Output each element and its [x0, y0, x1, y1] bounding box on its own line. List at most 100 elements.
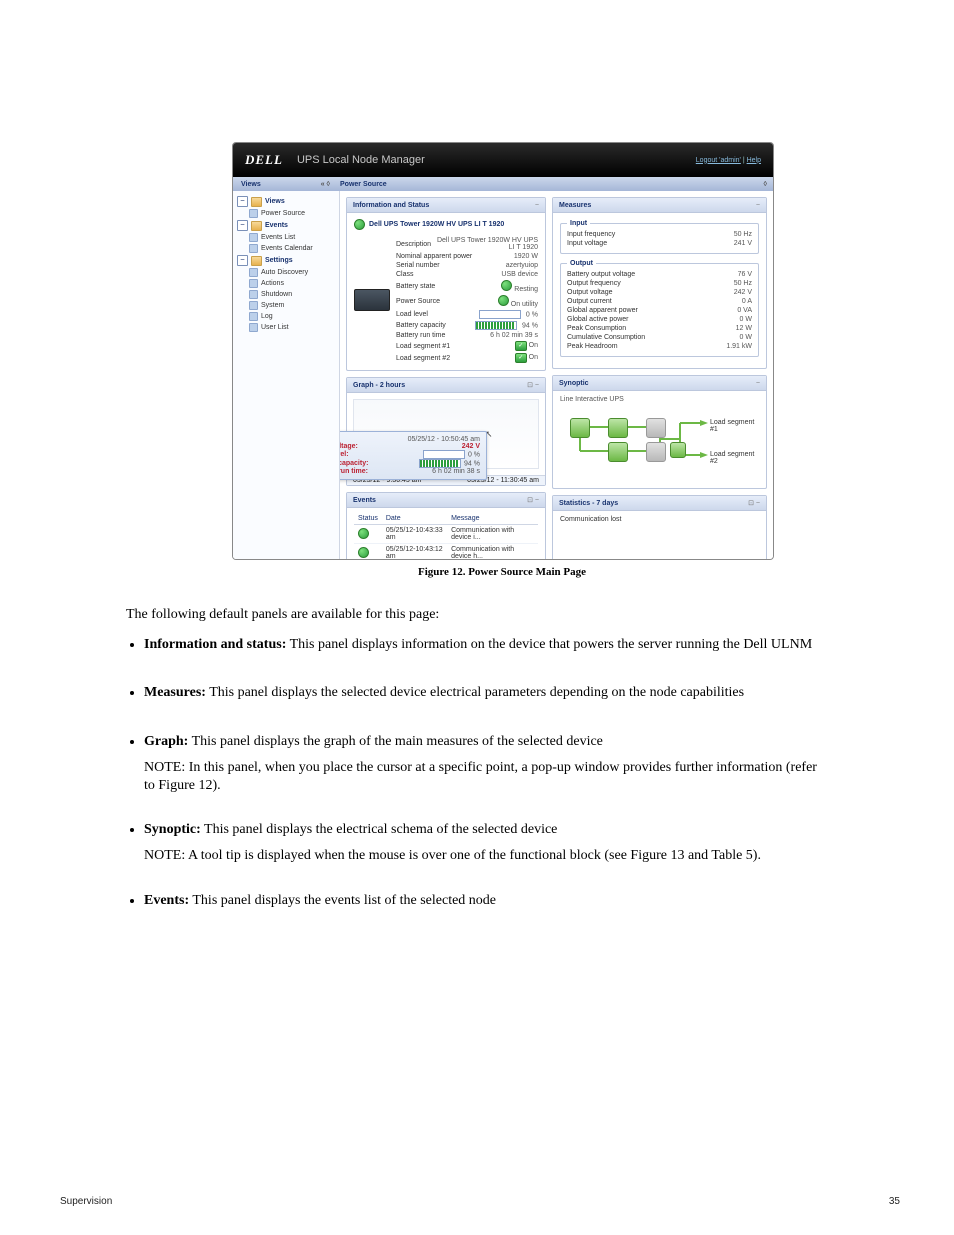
meter: [479, 310, 521, 319]
status-ok-icon: [358, 547, 369, 558]
graph-panel: Graph - 2 hours⊡ − ↖ Date:05/25/12 - 10:…: [346, 377, 546, 486]
status-ok-icon: [498, 295, 509, 306]
bullet-item: Events: This panel displays the events l…: [144, 892, 826, 910]
panel-tools-icon[interactable]: ⊡ −: [527, 496, 539, 504]
events-table: StatusDateMessage05/25/12-10:43:33 amCom…: [354, 513, 538, 559]
dell-logo: DELL: [245, 152, 283, 168]
panel-title: Power Source: [338, 181, 387, 188]
measure-row: Global active power0 W: [567, 315, 752, 324]
collapse-icon[interactable]: −: [756, 202, 760, 209]
screenshot-window: DELL UPS Local Node Manager Logout 'admi…: [232, 142, 774, 560]
panel-header: Statistics - 7 days: [559, 500, 618, 507]
node-input: [570, 418, 590, 438]
expand-icon[interactable]: −: [237, 220, 248, 231]
status-ok-icon: [501, 280, 512, 291]
ls2-label: Load segment #2: [710, 451, 759, 465]
info-row: Load segment #2✓ On: [396, 352, 538, 364]
info-row: Load segment #1✓ On: [396, 340, 538, 352]
bullet-item: Graph: This panel displays the graph of …: [144, 733, 826, 796]
footer-right: 35: [889, 1196, 900, 1207]
event-row[interactable]: 05/25/12-10:43:12 amCommunication with d…: [354, 544, 538, 560]
action-icon: [249, 279, 258, 288]
logout-link[interactable]: Logout 'admin': [696, 157, 741, 164]
stat-row: Communication lost: [560, 516, 621, 523]
collapse-icon[interactable]: −: [756, 380, 760, 387]
panel-header: Information and Status: [353, 202, 429, 209]
col-header[interactable]: Message: [447, 513, 538, 525]
app-title: UPS Local Node Manager: [297, 154, 425, 166]
tree-item[interactable]: System: [237, 300, 335, 311]
status-ok-icon: [358, 528, 369, 539]
info-status-panel: Information and Status− Dell UPS Tower 1…: [346, 197, 546, 371]
tree-item[interactable]: User List: [237, 322, 335, 333]
info-row: ClassUSB device: [396, 270, 538, 279]
info-row: Serial numberazertyuiop: [396, 261, 538, 270]
output-legend: Output: [567, 260, 596, 267]
search-icon: [249, 268, 258, 277]
meter: [475, 321, 517, 330]
tree-item[interactable]: Log: [237, 311, 335, 322]
measure-row: Output frequency50 Hz: [567, 279, 752, 288]
log-icon: [249, 312, 258, 321]
measure-row: Input voltage241 V: [567, 239, 752, 248]
folder-icon: [251, 256, 262, 266]
synoptic-diagram: Load segment #1 Load segment #2: [560, 407, 759, 483]
synoptic-panel: Synoptic − Line Interactive UPS: [552, 375, 767, 489]
node-inverter: [608, 442, 628, 462]
status-ok-icon: [354, 219, 365, 230]
synoptic-type: Line Interactive UPS: [560, 396, 759, 403]
power-icon: [249, 209, 258, 218]
event-row[interactable]: 05/25/12-10:43:33 amCommunication with d…: [354, 525, 538, 544]
expand-icon[interactable]: −: [237, 196, 248, 207]
tree-group[interactable]: −Views: [237, 195, 335, 208]
tree-item[interactable]: Auto Discovery: [237, 267, 335, 278]
bullet-item: Measures: This panel displays the select…: [144, 684, 826, 702]
info-row: Nominal apparent power1920 W: [396, 252, 538, 261]
panel-header: Synoptic: [559, 380, 589, 387]
panel-tools-icon[interactable]: ⊡ −: [527, 381, 539, 389]
tree-item[interactable]: Shutdown: [237, 289, 335, 300]
expand-icon[interactable]: ◊: [764, 181, 767, 188]
info-row: Power Source On utility: [396, 294, 538, 309]
segment-on-icon: ✓: [515, 341, 527, 351]
help-link[interactable]: Help: [747, 157, 761, 164]
col-header[interactable]: Status: [354, 513, 382, 525]
expand-icon[interactable]: −: [237, 255, 248, 266]
measure-row: Input frequency50 Hz: [567, 230, 752, 239]
info-row: Battery state Resting: [396, 279, 538, 294]
node-output: [646, 442, 666, 462]
col-header[interactable]: Date: [382, 513, 447, 525]
graph-tooltip: Date:05/25/12 - 10:50:45 am Input voltag…: [340, 431, 487, 480]
node-segment: [670, 442, 686, 458]
tree-group[interactable]: −Events: [237, 219, 335, 232]
gear-icon: [249, 301, 258, 310]
footer-left: Supervision: [60, 1196, 112, 1207]
body-text: The following default panels are availab…: [126, 606, 826, 940]
views-bar-title: Views: [239, 181, 261, 188]
users-icon: [249, 323, 258, 332]
panel-header: Measures: [559, 202, 591, 209]
ups-image: [354, 289, 390, 311]
measure-row: Peak Headroom1.91 kW: [567, 342, 752, 351]
tree-item[interactable]: Actions: [237, 278, 335, 289]
tree-item[interactable]: Events List: [237, 232, 335, 243]
tree-group[interactable]: −Settings: [237, 254, 335, 267]
page-footer: Supervision 35: [60, 1196, 900, 1207]
panel-header: Events: [353, 497, 376, 504]
tree-item[interactable]: Power Source: [237, 208, 335, 219]
top-bar: Views « ◊ Power Source ◊: [233, 177, 773, 191]
battery-meter: [419, 459, 461, 468]
lead-text: The following default panels are availab…: [126, 606, 826, 624]
measure-row: Output voltage242 V: [567, 288, 752, 297]
measure-row: Output current0 A: [567, 297, 752, 306]
measure-row: Global apparent power0 VA: [567, 306, 752, 315]
note-text: NOTE: A tool tip is displayed when the m…: [144, 847, 826, 865]
bullet-item: Synoptic: This panel displays the electr…: [144, 821, 826, 865]
collapse-icon[interactable]: −: [535, 202, 539, 209]
statistics-panel: Statistics - 7 days ⊡ − Communication los…: [552, 495, 767, 559]
panel-tools-icon[interactable]: ⊡ −: [748, 499, 760, 507]
folder-icon: [251, 221, 262, 231]
bullet-item: Information and status: This panel displ…: [144, 636, 826, 654]
node-filter: [608, 418, 628, 438]
tree-item[interactable]: Events Calendar: [237, 243, 335, 254]
